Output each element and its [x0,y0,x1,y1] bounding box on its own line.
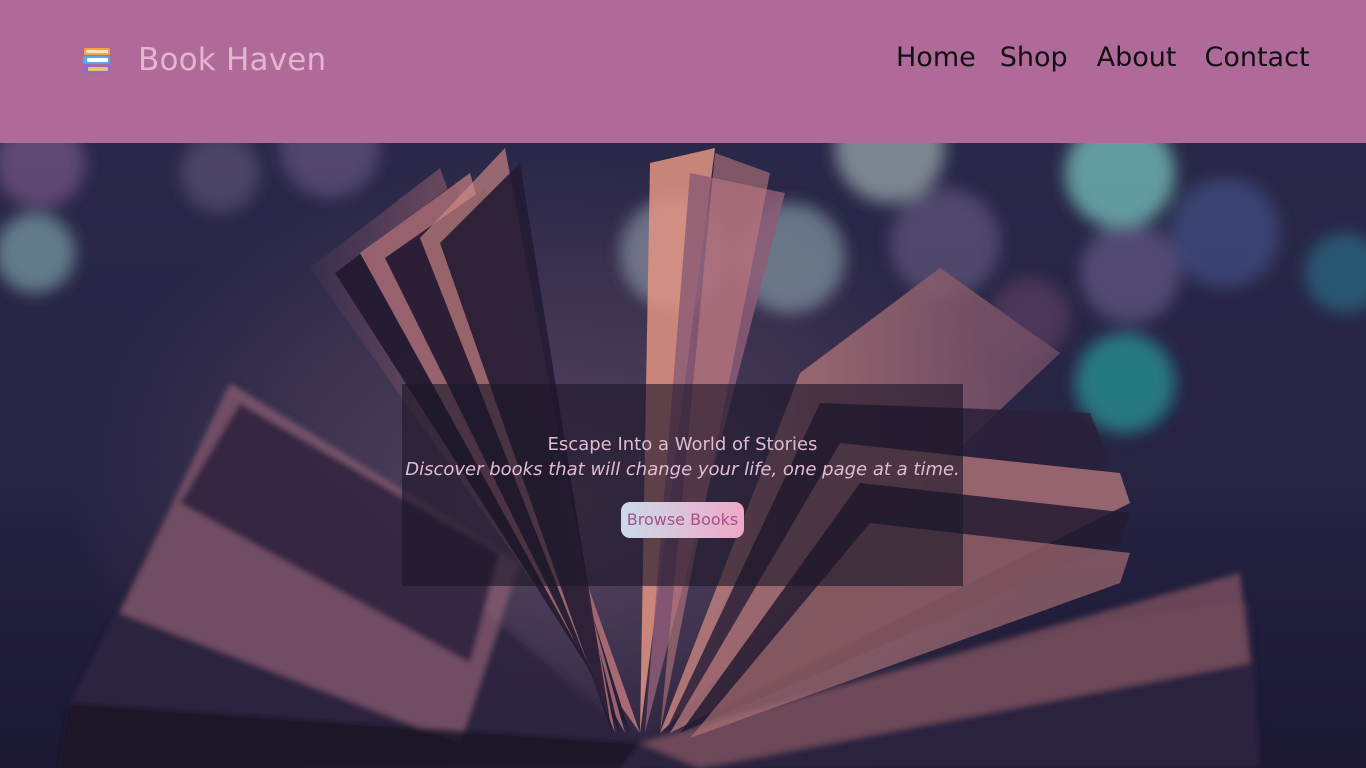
nav-link-home[interactable]: Home [896,41,976,75]
nav-link-contact[interactable]: Contact [1204,41,1309,75]
hero-title: Escape Into a World of Stories [547,434,818,455]
hero-section: Escape Into a World of Stories Discover … [0,143,1366,768]
browse-books-button[interactable]: Browse Books [620,502,745,538]
hero-overlay: Escape Into a World of Stories Discover … [402,384,963,586]
nav-link-shop[interactable]: Shop [1000,41,1068,75]
nav-link-about[interactable]: About [1097,41,1177,75]
brand[interactable]: Book Haven [82,40,326,80]
stacked-books-icon [83,48,110,73]
site-header: Book Haven Home Shop About Contact [0,0,1366,143]
hero-subtitle: Discover books that will change your lif… [405,459,960,480]
main-nav: Home Shop About Contact [896,41,1310,75]
brand-name: Book Haven [138,42,327,78]
